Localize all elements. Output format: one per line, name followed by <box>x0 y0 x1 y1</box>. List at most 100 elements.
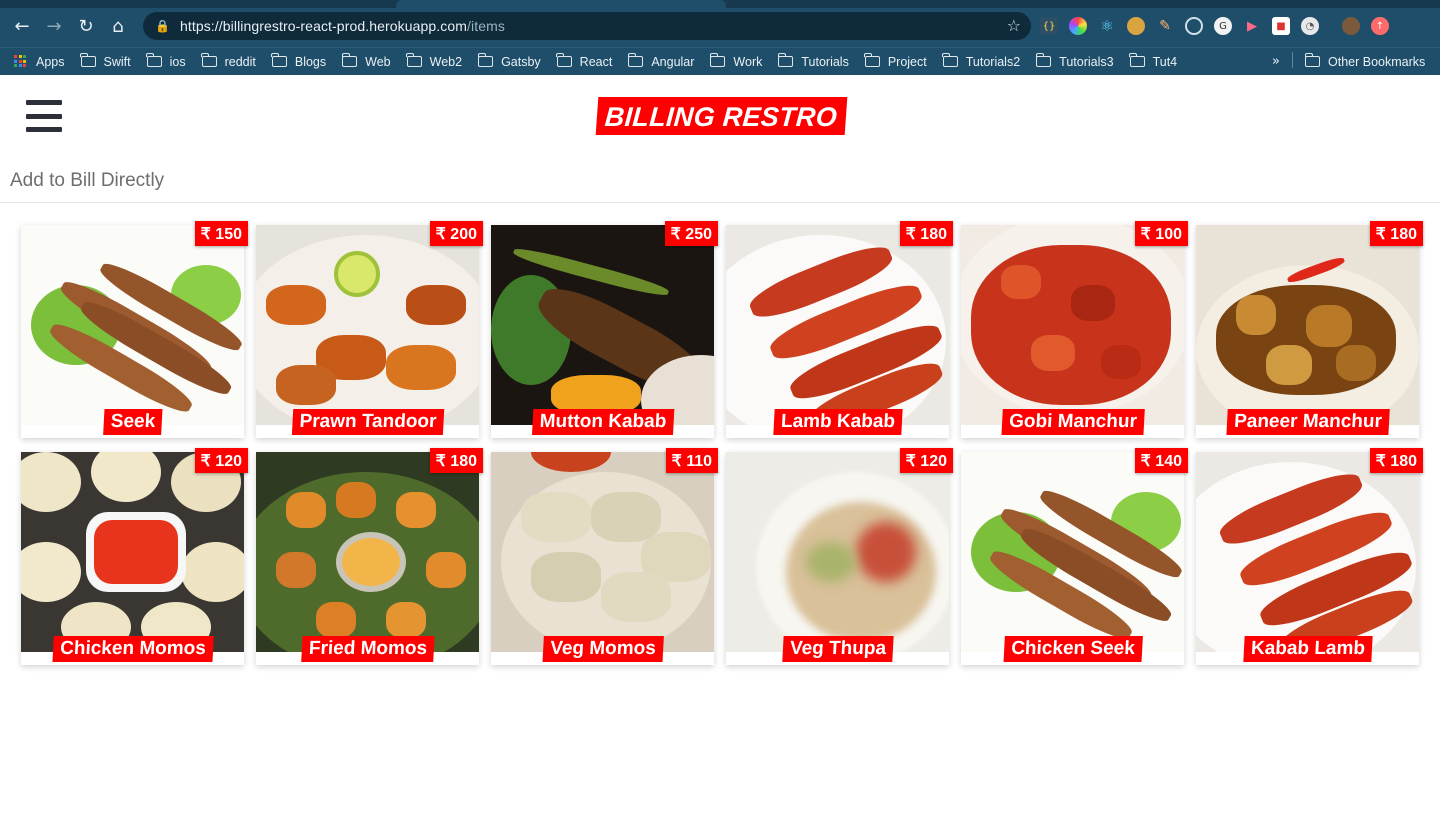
item-card[interactable]: ₹ 150 Seek <box>21 221 248 438</box>
item-image <box>491 452 714 652</box>
json-extension-icon[interactable]: {} <box>1040 17 1058 35</box>
other-bookmarks[interactable]: Other Bookmarks <box>1304 53 1426 69</box>
extensions-area: {} ⚛ ✎ G ▶ ■ ◔ ↑ <box>1040 12 1389 40</box>
cookie-extension-icon[interactable] <box>1127 17 1145 35</box>
bookmark-label: Project <box>887 54 927 69</box>
bookmark-folder[interactable]: Angular <box>627 53 695 69</box>
profile-avatar[interactable] <box>1342 17 1360 35</box>
home-button[interactable]: ⌂ <box>102 12 134 40</box>
bookmark-label: Angular <box>651 54 695 69</box>
save-extension-icon[interactable]: ■ <box>1272 17 1290 35</box>
grammar-extension-icon[interactable]: G <box>1214 17 1232 35</box>
item-card[interactable]: ₹ 100 Gobi Manchur <box>961 221 1188 438</box>
item-price: ₹ 180 <box>899 221 953 246</box>
brand-logo: BILLING RESTRO <box>595 97 848 135</box>
address-bar[interactable]: 🔒 https://billingrestro-react-prod.herok… <box>143 12 1031 40</box>
reload-button[interactable]: ↻ <box>70 12 102 40</box>
item-price: ₹ 200 <box>429 221 483 246</box>
item-name: Gobi Manchur <box>1000 409 1145 435</box>
folder-icon <box>556 53 572 67</box>
folder-icon <box>80 53 96 67</box>
target-extension-icon[interactable] <box>1185 17 1203 35</box>
bookmark-folder[interactable]: Gatsby <box>477 53 541 69</box>
item-image <box>961 225 1184 425</box>
url-text: https://billingrestro-react-prod.herokua… <box>180 18 505 34</box>
folder-icon <box>1129 53 1145 67</box>
item-card[interactable]: ₹ 140 Chicken Seek <box>961 448 1188 665</box>
folder-icon <box>146 53 162 67</box>
item-name: Paneer Manchur <box>1225 409 1390 435</box>
item-price: ₹ 180 <box>429 448 483 473</box>
item-card[interactable]: ₹ 110 Veg Momos <box>491 448 718 665</box>
apps-icon <box>14 55 27 68</box>
color-picker-extension-icon[interactable] <box>1069 17 1087 35</box>
bookmark-label: ios <box>169 54 186 69</box>
item-card[interactable]: ₹ 120 Chicken Momos <box>21 448 248 665</box>
bookmark-folder[interactable]: ios <box>146 53 186 69</box>
bookmark-folder[interactable]: Project <box>864 53 927 69</box>
item-price: ₹ 120 <box>899 448 953 473</box>
browser-toolbar: ← → ↻ ⌂ 🔒 https://billingrestro-react-pr… <box>0 0 1440 47</box>
item-name: Kabab Lamb <box>1242 636 1373 662</box>
item-image <box>1196 452 1419 652</box>
item-card[interactable]: ₹ 180 Paneer Manchur <box>1196 221 1423 438</box>
bookmark-folder[interactable]: Tutorials <box>777 53 849 69</box>
folder-icon <box>777 53 794 67</box>
item-name: Mutton Kabab <box>531 409 674 435</box>
react-devtools-icon[interactable]: ⚛ <box>1098 17 1116 35</box>
more-bookmarks-button[interactable]: » <box>1272 54 1280 69</box>
item-card[interactable]: ₹ 180 Kabab Lamb <box>1196 448 1423 665</box>
bookmark-folder[interactable]: Work <box>709 53 762 69</box>
item-price: ₹ 250 <box>664 221 718 246</box>
bookmark-label: Apps <box>36 54 65 69</box>
update-icon[interactable]: ↑ <box>1371 17 1389 35</box>
folder-icon <box>864 53 880 67</box>
bookmarks-bar: Apps Swift ios reddit Blogs Web Web2 Gat… <box>0 47 1440 75</box>
bookmark-folder[interactable]: Web2 <box>406 53 463 69</box>
folder-icon <box>477 53 494 67</box>
bookmark-folder[interactable]: Web <box>341 53 391 69</box>
menu-icon[interactable] <box>26 100 62 132</box>
folder-icon <box>1304 53 1320 67</box>
clock-extension-icon[interactable]: ◔ <box>1301 17 1319 35</box>
bookmark-folder[interactable]: Tutorials3 <box>1035 53 1114 69</box>
item-card[interactable]: ₹ 250 Mutton Kabab <box>491 221 718 438</box>
items-grid: ₹ 150 Seek ₹ 200 Prawn Tandoor ₹ 250 Mut… <box>21 221 1423 665</box>
bookmark-label: Web2 <box>429 54 463 69</box>
item-price: ₹ 140 <box>1134 448 1188 473</box>
bookmark-folder[interactable]: Tut4 <box>1129 53 1177 69</box>
app-header: BILLING RESTRO <box>0 75 1440 159</box>
item-image <box>21 452 244 652</box>
bookmark-folder[interactable]: reddit <box>201 53 256 69</box>
bookmarks-separator <box>1292 52 1293 68</box>
lock-icon: 🔒 <box>155 19 170 33</box>
bookmark-label: Gatsby <box>501 54 541 69</box>
bookmark-folder[interactable]: Blogs <box>271 53 326 69</box>
bookmark-folder[interactable]: Swift <box>80 53 131 69</box>
item-card[interactable]: ₹ 120 Veg Thupa <box>726 448 953 665</box>
folder-icon <box>406 53 422 67</box>
item-price: ₹ 180 <box>1369 221 1423 246</box>
bookmark-folder[interactable]: Tutorials2 <box>942 53 1021 69</box>
bookmark-label: Tutorials2 <box>965 54 1021 69</box>
url-path: /items <box>467 18 505 34</box>
folder-icon <box>709 53 726 67</box>
item-name: Chicken Seek <box>1003 636 1142 662</box>
back-button[interactable]: ← <box>6 12 38 40</box>
folder-icon <box>942 53 958 67</box>
item-card[interactable]: ₹ 180 Fried Momos <box>256 448 483 665</box>
item-name: Veg Momos <box>542 636 663 662</box>
item-image <box>1196 225 1419 425</box>
item-card[interactable]: ₹ 180 Lamb Kabab <box>726 221 953 438</box>
bookmark-apps[interactable]: Apps <box>14 55 65 69</box>
active-tab[interactable] <box>396 0 726 8</box>
bookmark-star-icon[interactable]: ☆ <box>1007 16 1021 35</box>
bookmark-folder[interactable]: React <box>556 53 612 69</box>
bookmark-label: Other Bookmarks <box>1328 54 1426 69</box>
pencil-extension-icon[interactable]: ✎ <box>1156 17 1174 35</box>
video-extension-icon[interactable]: ▶ <box>1243 17 1261 35</box>
item-card[interactable]: ₹ 200 Prawn Tandoor <box>256 221 483 438</box>
forward-button[interactable]: → <box>38 12 70 40</box>
item-name: Prawn Tandoor <box>291 409 444 435</box>
item-image <box>961 452 1184 652</box>
